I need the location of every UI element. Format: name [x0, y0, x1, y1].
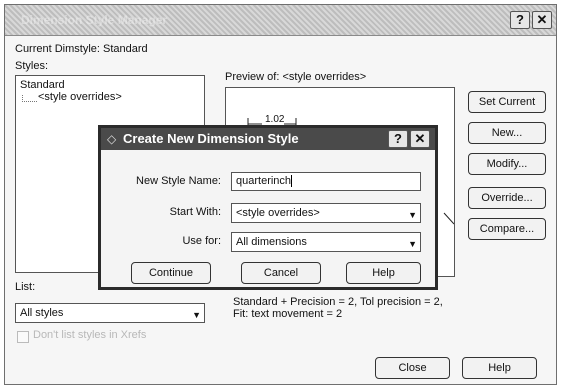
dont-list-xrefs-label: Don't list styles in Xrefs — [33, 329, 147, 341]
dialog-help-button[interactable]: Help — [346, 262, 421, 284]
override-button[interactable]: Override... — [468, 187, 546, 209]
app-icon: ◇ — [107, 132, 117, 146]
title-bar: Dimension Style Manager ? ✕ — [5, 5, 556, 36]
help-title-button[interactable]: ? — [510, 11, 530, 29]
preview-dimension-text: 1.02 — [265, 114, 285, 125]
start-with-value: <style overrides> — [236, 207, 320, 219]
close-button[interactable]: Close — [375, 357, 450, 379]
chevron-down-icon: ▼ — [408, 239, 417, 249]
current-dimstyle-label: Current Dimstyle: Standard — [15, 43, 148, 55]
use-for-label: Use for: — [182, 235, 221, 247]
start-with-select[interactable]: <style overrides> ▼ — [231, 203, 421, 223]
description-line-2: Fit: text movement = 2 — [233, 308, 343, 320]
tree-connector — [22, 95, 37, 102]
chevron-down-icon: ▼ — [408, 210, 417, 220]
text-cursor — [291, 175, 293, 187]
preview-label: Preview of: <style overrides> — [225, 71, 367, 83]
style-description: Standard + Precision = 2, Tol precision … — [233, 296, 443, 320]
chevron-down-icon: ▼ — [192, 310, 201, 320]
continue-button[interactable]: Continue — [131, 262, 211, 284]
list-filter-value: All styles — [20, 307, 64, 319]
style-item-standard[interactable]: Standard — [20, 79, 65, 91]
cancel-button[interactable]: Cancel — [241, 262, 321, 284]
new-button[interactable]: New... — [468, 122, 546, 144]
use-for-select[interactable]: All dimensions ▼ — [231, 232, 421, 252]
checkbox-icon[interactable] — [17, 331, 29, 343]
compare-button[interactable]: Compare... — [468, 218, 546, 240]
description-line-1: Standard + Precision = 2, Tol precision … — [233, 296, 443, 308]
help-button[interactable]: Help — [462, 357, 537, 379]
set-current-button[interactable]: Set Current — [468, 91, 546, 113]
create-new-dimension-style-dialog: ◇ Create New Dimension Style ? ✕ New Sty… — [98, 125, 438, 290]
dialog-close-icon[interactable]: ✕ — [410, 130, 430, 148]
dialog-title: Create New Dimension Style — [123, 131, 299, 146]
dialog-help-title-button[interactable]: ? — [388, 130, 408, 148]
dialog-title-bar: ◇ Create New Dimension Style ? ✕ — [101, 128, 435, 150]
list-label: List: — [15, 281, 36, 293]
start-with-label: Start With: — [169, 206, 221, 218]
new-style-name-input[interactable]: quarterinch — [231, 172, 421, 191]
styles-label: Styles: — [15, 60, 49, 72]
use-for-value: All dimensions — [236, 236, 307, 248]
new-style-name-value: quarterinch — [236, 175, 292, 187]
window-title: Dimension Style Manager — [21, 13, 168, 27]
modify-button[interactable]: Modify... — [468, 153, 546, 175]
close-icon[interactable]: ✕ — [532, 11, 552, 29]
new-style-name-label: New Style Name: — [136, 175, 221, 187]
list-filter-select[interactable]: All styles ▼ — [15, 303, 205, 323]
style-item-overrides[interactable]: <style overrides> — [38, 91, 122, 103]
